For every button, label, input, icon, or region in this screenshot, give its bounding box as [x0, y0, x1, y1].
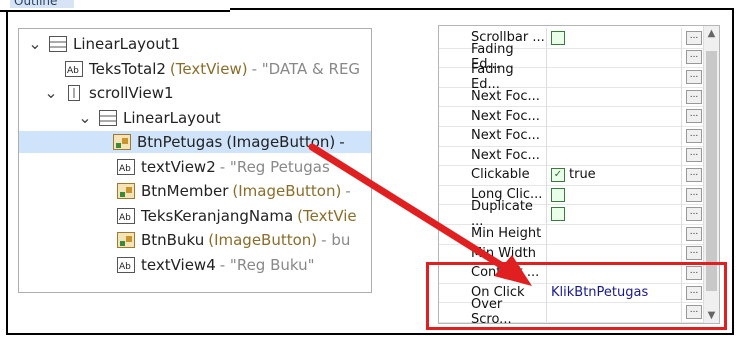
callout-arrow	[308, 143, 532, 286]
